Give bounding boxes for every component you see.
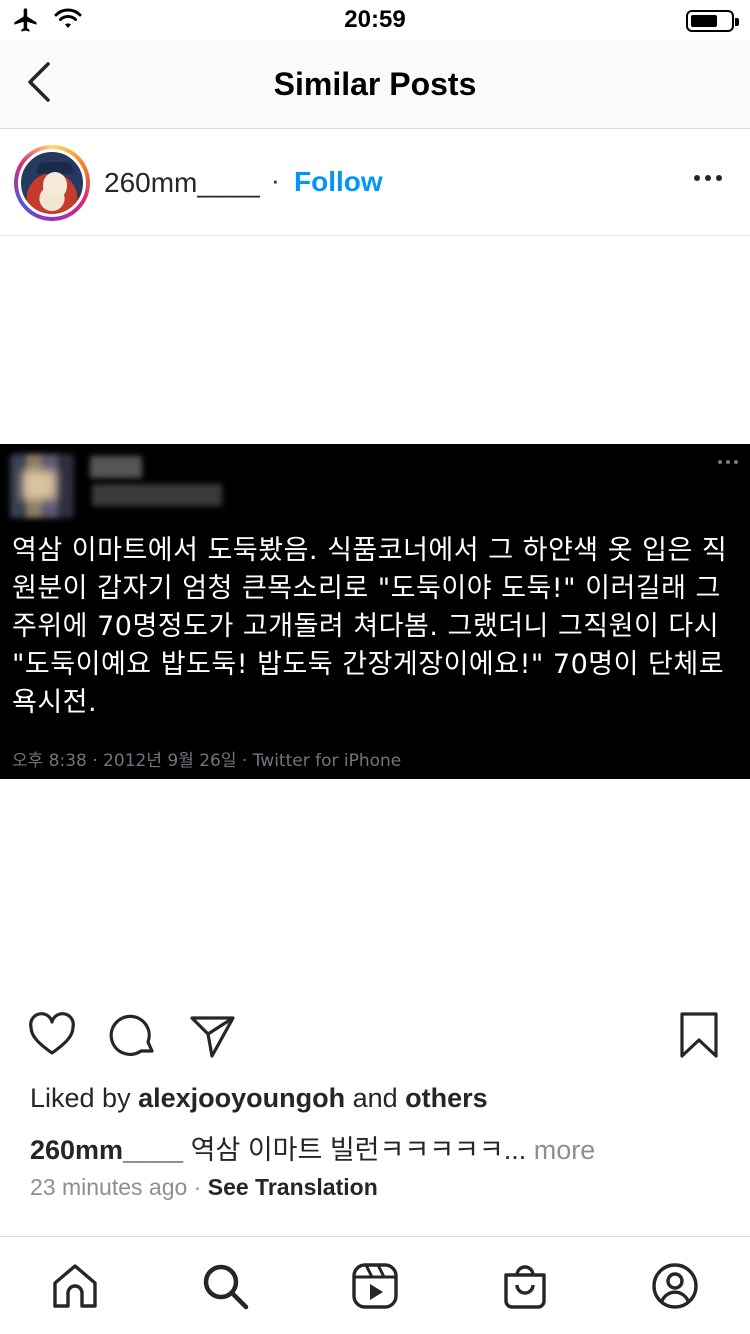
liked-middle: and	[345, 1083, 406, 1113]
share-icon[interactable]	[188, 1010, 238, 1060]
post-time-row: 23 minutes ago · See Translation	[30, 1174, 378, 1201]
caption-username[interactable]: 260mm____	[30, 1135, 183, 1165]
more-horizontal-icon[interactable]	[694, 175, 722, 181]
avatar[interactable]	[14, 145, 90, 221]
time-separator: ·	[187, 1174, 208, 1200]
tweet-text: 역삼 이마트에서 도둑봤음. 식품코너에서 그 하얀색 옷 입은 직원분이 갑자…	[12, 535, 728, 718]
search-icon[interactable]	[200, 1261, 250, 1311]
status-time: 20:59	[344, 6, 406, 33]
tab-bar	[0, 1236, 750, 1334]
caption: 260mm____ 역삼 이마트 빌런ㅋㅋㅋㅋㅋ... more	[30, 1128, 595, 1167]
follow-button[interactable]: Follow	[294, 166, 383, 198]
heart-icon[interactable]	[27, 1010, 77, 1060]
liked-prefix: Liked by	[30, 1083, 139, 1113]
profile-icon[interactable]	[650, 1261, 700, 1311]
blurred-name	[90, 456, 142, 478]
see-translation-link[interactable]: See Translation	[208, 1174, 378, 1200]
liked-others[interactable]: others	[405, 1083, 488, 1113]
comment-icon[interactable]	[108, 1010, 158, 1060]
tweet-screenshot: 역삼 이마트에서 도둑봤음. 식품코너에서 그 하얀색 옷 입은 직원분이 갑자…	[0, 444, 750, 779]
reels-icon[interactable]	[350, 1261, 400, 1311]
time-ago: 23 minutes ago	[30, 1174, 188, 1200]
separator-dot: ·	[271, 165, 280, 195]
nav-bar: Similar Posts	[0, 40, 750, 129]
bookmark-icon[interactable]	[674, 1010, 724, 1060]
post-actions	[0, 1000, 750, 1070]
tweet-more-icon	[718, 460, 738, 464]
shop-icon[interactable]	[500, 1261, 550, 1311]
liked-user[interactable]: alexjooyoungoh	[138, 1083, 345, 1113]
battery-icon	[686, 10, 739, 32]
page-title: Similar Posts	[273, 66, 477, 102]
blurred-handle	[92, 484, 222, 506]
caption-text: 역삼 이마트 빌런ㅋㅋㅋㅋㅋ...	[183, 1135, 527, 1165]
tweet-meta: 오후 8:38 · 2012년 9월 26일 · Twitter for iPh…	[12, 751, 402, 771]
caption-more-link[interactable]: more	[526, 1135, 596, 1165]
post-image[interactable]: 역삼 이마트에서 도둑봤음. 식품코너에서 그 하얀색 옷 입은 직원분이 갑자…	[0, 236, 750, 999]
home-icon[interactable]	[50, 1261, 100, 1311]
liked-by: Liked by alexjooyoungoh and others	[30, 1083, 488, 1114]
post-header: 260mm____ · Follow	[0, 129, 750, 236]
post-username[interactable]: 260mm____	[104, 167, 260, 199]
status-bar: 20:59	[0, 0, 750, 40]
